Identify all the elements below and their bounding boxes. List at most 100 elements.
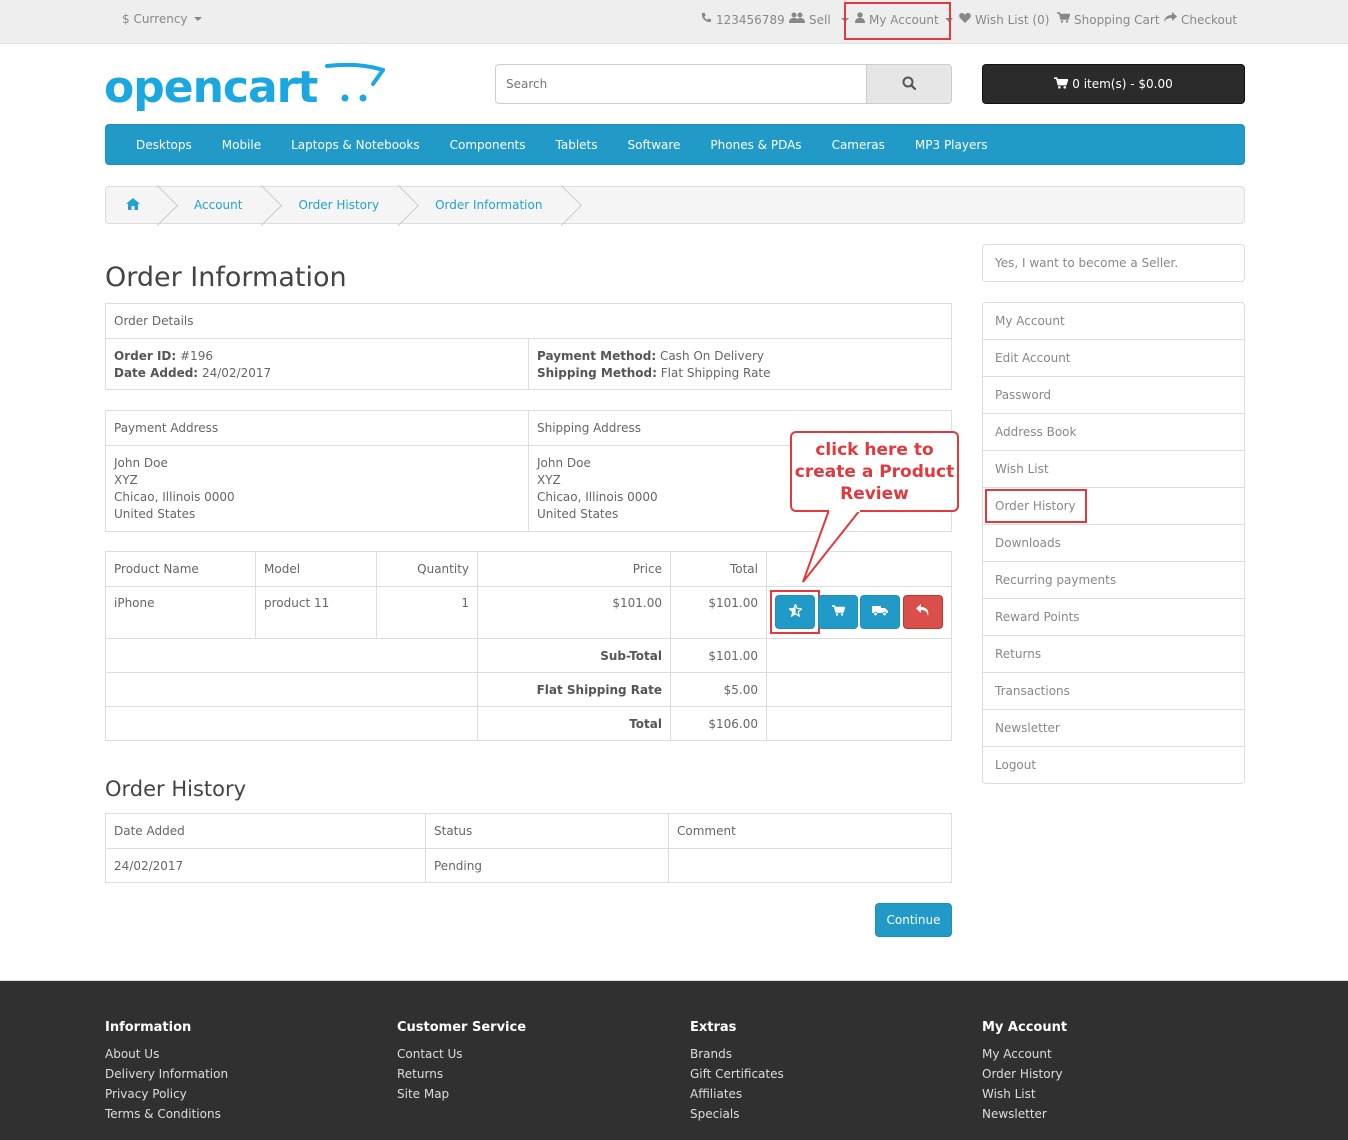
- shopping-cart-link[interactable]: Shopping Cart: [1057, 12, 1160, 27]
- totals-spacer: [105, 672, 478, 707]
- my-account-highlight: [844, 2, 951, 40]
- breadcrumb: Account Order History Order Information: [105, 186, 1245, 224]
- payment-address-line: United States: [114, 507, 196, 521]
- menu-item-desktops[interactable]: Desktops: [121, 138, 207, 152]
- breadcrumb-home[interactable]: [106, 187, 166, 223]
- currency-label: $ Currency: [122, 12, 188, 26]
- sidebar-item-newsletter[interactable]: Newsletter: [983, 710, 1244, 747]
- menu-item-mp3[interactable]: MP3 Players: [900, 138, 1003, 152]
- payment-address-line: John Doe: [114, 456, 168, 470]
- footer-link-contact[interactable]: Contact Us: [397, 1044, 526, 1064]
- tracking-button[interactable]: [860, 595, 900, 629]
- sidebar-item-transactions[interactable]: Transactions: [983, 673, 1244, 710]
- footer-link-returns[interactable]: Returns: [397, 1064, 526, 1084]
- subtotal-label: Sub-Total: [477, 638, 671, 673]
- method-info-cell: Payment Method: Cash On Delivery Shippin…: [528, 338, 952, 390]
- sidebar-item-my-account[interactable]: My Account: [983, 303, 1244, 340]
- footer: Information About Us Delivery Informatio…: [0, 980, 1348, 1140]
- footer-link-my-account[interactable]: My Account: [982, 1044, 1067, 1064]
- return-button[interactable]: [903, 595, 943, 629]
- reorder-button[interactable]: [818, 595, 858, 629]
- menu-item-components[interactable]: Components: [435, 138, 541, 152]
- top-bar: $ Currency 123456789 Sell My Account Wis…: [0, 0, 1348, 44]
- users-icon: [789, 12, 805, 27]
- footer-link-specials[interactable]: Specials: [690, 1104, 784, 1124]
- footer-link-affiliates[interactable]: Affiliates: [690, 1084, 784, 1104]
- col-comment: Comment: [668, 813, 952, 849]
- payment-address-line: XYZ: [114, 473, 138, 487]
- product-quantity: 1: [376, 586, 478, 639]
- payment-address: John Doe XYZ Chicao, Illinois 0000 Unite…: [105, 445, 529, 532]
- phone-link[interactable]: 123456789: [701, 12, 785, 27]
- sidebar-item-recurring-payments[interactable]: Recurring payments: [983, 562, 1244, 599]
- callout-pointer: [802, 508, 861, 583]
- search-button[interactable]: [866, 65, 951, 103]
- menu-item-laptops[interactable]: Laptops & Notebooks: [276, 138, 434, 152]
- menu-item-software[interactable]: Software: [613, 138, 696, 152]
- cart-icon: [831, 604, 846, 620]
- sidebar-item-wish-list[interactable]: Wish List: [983, 451, 1244, 488]
- footer-link-gift-certificates[interactable]: Gift Certificates: [690, 1064, 784, 1084]
- payment-method-label: Payment Method:: [537, 349, 657, 363]
- store-logo[interactable]: opencart: [104, 62, 387, 113]
- sidebar-item-logout[interactable]: Logout: [983, 747, 1244, 783]
- payment-method-value: Cash On Delivery: [659, 349, 765, 363]
- footer-link-site-map[interactable]: Site Map: [397, 1084, 526, 1104]
- footer-link-brands[interactable]: Brands: [690, 1044, 784, 1064]
- wish-list-label: Wish List (0): [975, 12, 1050, 27]
- footer-heading: My Account: [982, 1020, 1068, 1035]
- col-total: Total: [670, 551, 767, 587]
- sell-dropdown[interactable]: Sell: [789, 12, 849, 27]
- order-history-table: Date Added Status Comment 24/02/2017 Pen…: [105, 813, 952, 883]
- totals-spacer: [766, 672, 952, 707]
- footer-link-order-history[interactable]: Order History: [982, 1064, 1067, 1084]
- sidebar-item-returns[interactable]: Returns: [983, 636, 1244, 673]
- subtotal-value: $101.00: [670, 638, 767, 673]
- cart-icon: [1057, 12, 1071, 27]
- breadcrumb-order-information[interactable]: Order Information: [407, 187, 570, 223]
- sidebar-item-password[interactable]: Password: [983, 377, 1244, 414]
- product-total: $101.00: [670, 586, 767, 639]
- product-price: $101.00: [477, 586, 671, 639]
- footer-link-wish-list[interactable]: Wish List: [982, 1084, 1067, 1104]
- footer-link-delivery[interactable]: Delivery Information: [105, 1064, 228, 1084]
- footer-link-about-us[interactable]: About Us: [105, 1044, 228, 1064]
- order-details-header: Order Details: [105, 303, 952, 339]
- footer-information: Information About Us Delivery Informatio…: [105, 1020, 228, 1124]
- continue-button[interactable]: Continue: [875, 903, 952, 937]
- col-product-name: Product Name: [105, 551, 256, 587]
- cart-summary: 0 item(s) - $0.00: [1072, 77, 1173, 91]
- sidebar-item-reward-points[interactable]: Reward Points: [983, 599, 1244, 636]
- grand-total-value: $106.00: [670, 706, 767, 741]
- search-bar: [495, 64, 952, 104]
- menu-item-cameras[interactable]: Cameras: [817, 138, 900, 152]
- col-date-added: Date Added: [105, 813, 426, 849]
- totals-spacer: [105, 638, 478, 673]
- currency-dropdown[interactable]: $ Currency: [122, 12, 202, 26]
- sidebar-item-address-book[interactable]: Address Book: [983, 414, 1244, 451]
- breadcrumb-order-history[interactable]: Order History: [270, 187, 407, 223]
- sidebar-item-edit-account[interactable]: Edit Account: [983, 340, 1244, 377]
- chevron-down-icon: [193, 17, 202, 21]
- totals-spacer: [766, 706, 952, 741]
- footer-link-privacy[interactable]: Privacy Policy: [105, 1084, 228, 1104]
- checkout-label: Checkout: [1181, 12, 1238, 27]
- footer-heading: Information: [105, 1020, 192, 1035]
- menu-item-phones[interactable]: Phones & PDAs: [695, 138, 816, 152]
- search-input[interactable]: [496, 65, 866, 103]
- menu-item-mobile[interactable]: Mobile: [207, 138, 276, 152]
- sidebar-item-downloads[interactable]: Downloads: [983, 525, 1244, 562]
- breadcrumb-account[interactable]: Account: [166, 187, 270, 223]
- wish-list-link[interactable]: Wish List (0): [959, 12, 1049, 27]
- become-seller-link[interactable]: Yes, I want to become a Seller.: [982, 244, 1245, 282]
- footer-link-newsletter[interactable]: Newsletter: [982, 1104, 1067, 1124]
- truck-icon: [872, 604, 888, 620]
- footer-link-terms[interactable]: Terms & Conditions: [105, 1104, 228, 1124]
- share-icon: [1164, 12, 1177, 27]
- menu-item-tablets[interactable]: Tablets: [541, 138, 613, 152]
- checkout-link[interactable]: Checkout: [1164, 12, 1237, 27]
- logo-cart-icon: [325, 62, 387, 107]
- cart-button[interactable]: 0 item(s) - $0.00: [982, 64, 1245, 104]
- footer-heading: Customer Service: [397, 1020, 527, 1035]
- product-name: iPhone: [105, 586, 256, 639]
